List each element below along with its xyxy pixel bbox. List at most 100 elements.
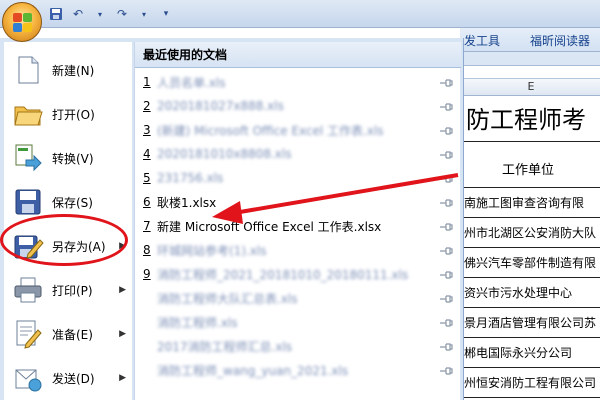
menu-item-label: 打开(O): [52, 107, 95, 122]
tab-developer[interactable]: 发工具: [464, 32, 500, 49]
recent-document-name: 2020181027x888.xls: [157, 99, 284, 113]
worksheet-area[interactable]: 防工程师考 工作单位 南施工图审查咨询有限 州市北湖区公安消防大队 佛兴汽车零部…: [462, 96, 600, 400]
table-cell[interactable]: 南施工图审查咨询有限: [462, 188, 600, 218]
recent-document-name: 消防工程师_wang_yuan_2021.xls: [157, 363, 349, 378]
tab-foxit-reader[interactable]: 福昕阅读器: [530, 32, 590, 49]
recent-document-number: 8: [143, 243, 151, 257]
send-icon: [12, 362, 44, 394]
menu-item-label: 发送(D): [52, 371, 95, 386]
recent-document-item[interactable]: 消防工程师_wang_yuan_2021.xls: [135, 360, 461, 380]
recent-document-item[interactable]: 6 耿楼1.xlsx: [135, 192, 461, 212]
recent-document-name: 人员名单.xls: [157, 75, 226, 90]
office-logo-square: [23, 13, 32, 22]
recent-document-item[interactable]: 2017消防工程师汇总.xls: [135, 336, 461, 356]
recent-document-item[interactable]: 消防工程师大队汇总表.xls: [135, 288, 461, 308]
recent-document-number: 2: [143, 99, 151, 113]
pin-icon[interactable]: [439, 125, 453, 135]
pin-icon[interactable]: [439, 221, 453, 231]
recent-document-number: 7: [143, 219, 151, 233]
recent-document-name: (新建) Microsoft Office Excel 工作表.xls: [157, 123, 384, 138]
pin-icon[interactable]: [439, 293, 453, 303]
chevron-down-icon[interactable]: ▾: [136, 6, 152, 22]
highlight-circle: [0, 214, 128, 266]
menu-item-prepare[interactable]: 准备(E) ▶: [4, 312, 132, 356]
menu-item-label: 打印(P): [52, 283, 93, 298]
recent-document-item[interactable]: 2 2020181027x888.xls: [135, 96, 461, 116]
redo-icon[interactable]: ↷: [114, 6, 130, 22]
pin-icon[interactable]: [439, 269, 453, 279]
table-cell[interactable]: 州市北湖区公安消防大队: [462, 218, 600, 248]
pin-icon[interactable]: [439, 101, 453, 111]
header-cell[interactable]: 工作单位: [462, 154, 600, 188]
open-folder-icon: [12, 98, 44, 130]
pin-icon[interactable]: [439, 341, 453, 351]
pin-icon[interactable]: [439, 365, 453, 375]
chevron-right-icon: ▶: [119, 329, 126, 339]
save-disk-icon: [12, 186, 44, 218]
table-cell[interactable]: 州恒安消防工程有限公司: [462, 368, 600, 398]
undo-icon[interactable]: ↶: [70, 6, 86, 22]
table-cell[interactable]: 佛兴汽车零部件制造有限: [462, 248, 600, 278]
recent-document-name: 2017消防工程师汇总.xls: [157, 339, 293, 354]
menu-item-label: 转换(V): [52, 151, 94, 166]
pin-icon[interactable]: [439, 317, 453, 327]
recent-document-item[interactable]: 消防工程师.xls: [135, 312, 461, 332]
recent-document-item[interactable]: 3 (新建) Microsoft Office Excel 工作表.xls: [135, 120, 461, 140]
office-logo-square: [13, 23, 22, 32]
menu-item-label: 准备(E): [52, 327, 93, 342]
pin-icon[interactable]: [439, 173, 453, 183]
menu-item-open[interactable]: 打开(O): [4, 92, 132, 136]
menu-item-print[interactable]: 打印(P) ▶: [4, 268, 132, 312]
recent-document-number: 4: [143, 147, 151, 161]
recent-document-number: 6: [143, 195, 151, 209]
recent-documents-title: 最近使用的文档: [135, 42, 461, 68]
office-logo-icon: [13, 13, 22, 22]
recent-document-item[interactable]: 4 2020181010x8808.xls: [135, 144, 461, 164]
recent-document-number: 5: [143, 171, 151, 185]
table-cell[interactable]: 景月酒店管理有限公司苏: [462, 308, 600, 338]
recent-document-name: 消防工程师_2021_20181010_20180111.xls: [157, 267, 409, 282]
office-button[interactable]: [2, 2, 42, 42]
recent-document-name: 新建 Microsoft Office Excel 工作表.xlsx: [157, 219, 382, 234]
menu-item-label: 保存(S): [52, 195, 93, 210]
pin-icon[interactable]: [439, 197, 453, 207]
recent-document-item[interactable]: 9 消防工程师_2021_20181010_20180111.xls: [135, 264, 461, 284]
convert-icon: [12, 142, 44, 174]
office-logo-square: [23, 23, 32, 32]
column-header-e[interactable]: E: [462, 78, 600, 96]
recent-document-name: 消防工程师.xls: [157, 315, 238, 330]
table-cell[interactable]: 资兴市污水处理中心: [462, 278, 600, 308]
pin-icon[interactable]: [439, 77, 453, 87]
pin-icon[interactable]: [439, 245, 453, 255]
recent-document-number: 3: [143, 123, 151, 137]
divider: [462, 140, 600, 142]
menu-item-new[interactable]: 新建(N): [4, 48, 132, 92]
recent-document-item[interactable]: 1 人员名单.xls: [135, 72, 461, 92]
recent-document-item[interactable]: 8 环城网站参考(1).xls: [135, 240, 461, 260]
recent-document-name: 耿楼1.xlsx: [157, 195, 217, 210]
new-document-icon: [12, 54, 44, 86]
recent-documents-panel: 最近使用的文档 1 人员名单.xls 2 2020181027x888.xls 3 (新建…: [134, 42, 461, 400]
quick-access-toolbar: ↶ ▾ ↷ ▾ ▾: [48, 5, 174, 23]
menu-item-send[interactable]: 发送(D) ▶: [4, 356, 132, 400]
recent-document-name: 消防工程师大队汇总表.xls: [157, 291, 298, 306]
chevron-down-icon[interactable]: ▾: [92, 6, 108, 22]
table-cell[interactable]: 郴电国际永兴分公司: [462, 338, 600, 368]
recent-document-number: 9: [143, 267, 151, 281]
recent-document-item[interactable]: 5 231756.xls: [135, 168, 461, 188]
recent-document-name: 231756.xls: [157, 171, 224, 185]
customize-toolbar-icon[interactable]: ▾: [158, 6, 174, 22]
pin-icon[interactable]: [439, 149, 453, 159]
recent-document-name: 2020181010x8808.xls: [157, 147, 292, 161]
printer-icon: [12, 274, 44, 306]
save-icon[interactable]: [48, 6, 64, 22]
prepare-icon: [12, 318, 44, 350]
recent-document-name: 环城网站参考(1).xls: [157, 243, 267, 258]
recent-document-item[interactable]: 7 新建 Microsoft Office Excel 工作表.xlsx: [135, 216, 461, 236]
ribbon-body: [460, 52, 600, 66]
recent-document-number: 1: [143, 75, 151, 89]
sheet-title-cell[interactable]: 防工程师考: [466, 100, 586, 135]
menu-item-convert[interactable]: 转换(V): [4, 136, 132, 180]
chevron-right-icon: ▶: [119, 373, 126, 383]
chevron-right-icon: ▶: [119, 285, 126, 295]
